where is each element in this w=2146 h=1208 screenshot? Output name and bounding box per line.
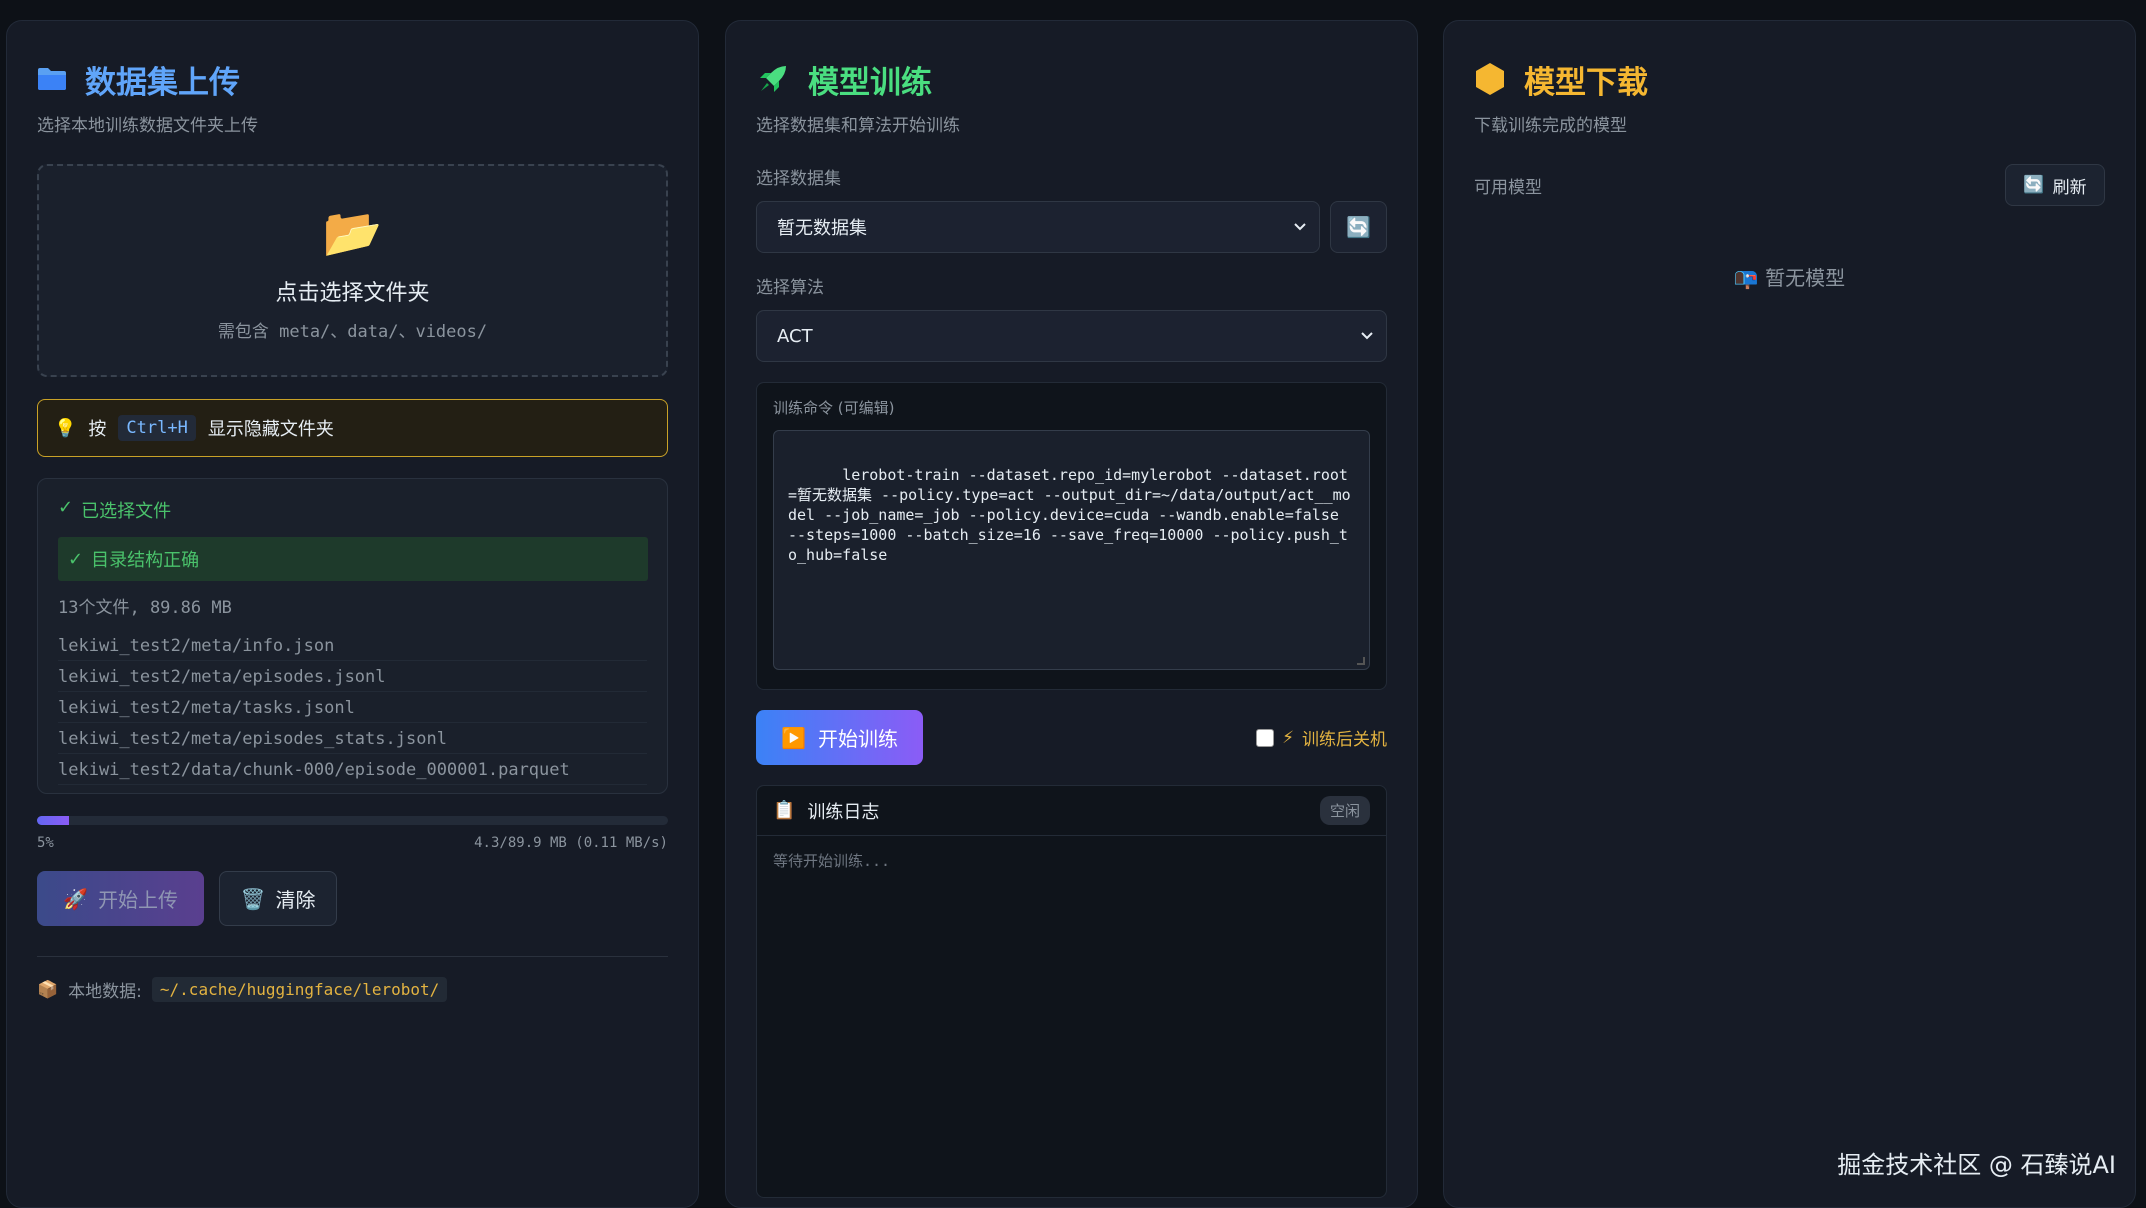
file-list[interactable]: lekiwi_test2/meta/info.json lekiwi_test2… [58,630,647,785]
tip-prefix: 按 [88,419,107,440]
upload-progress-fill [37,816,69,825]
watermark: 掘金技术社区 @ 石臻说AI [1837,1151,2116,1179]
refresh-models-button[interactable]: 🔄 刷新 [2005,164,2105,206]
start-train-button[interactable]: ▶️ 开始训练 [756,710,923,765]
selected-files-title: 已选择文件 [81,501,172,522]
chevron-down-icon [1294,223,1306,231]
shutdown-checkbox[interactable] [1256,728,1275,747]
file-item: lekiwi_test2/meta/episodes.jsonl [58,661,647,692]
lightbulb-icon: 💡 [54,417,77,439]
selected-files-box: ✓ 已选择文件 ✓ 目录结构正确 13个文件, 89.86 MB lekiwi_… [37,478,668,794]
local-data-label: 本地数据: [68,982,142,1002]
mailbox-icon: 📭 [1733,266,1759,290]
check-icon: ✓ [68,548,84,570]
algo-row: ACT [756,310,1387,362]
progress-percent: 5% [37,835,54,851]
train-title: 模型训练 [808,64,932,101]
models-header: 可用模型 🔄 刷新 [1474,164,2105,206]
train-actions: ▶️ 开始训练 ⚡ 训练后关机 [756,710,1387,765]
rocket-icon [760,66,786,92]
start-train-label: 开始训练 [817,727,898,751]
selected-files-header: ✓ 已选择文件 [58,497,647,523]
available-models-label: 可用模型 [1474,177,1542,198]
download-header: 模型下载 [1474,59,2105,101]
empty-models-text: 暂无模型 [1765,266,1846,290]
shutdown-label: 训练后关机 [1302,730,1387,750]
train-subtitle: 选择数据集和算法开始训练 [756,116,960,136]
algo-select[interactable]: ACT [756,310,1387,362]
package-icon: 📦 [37,979,59,1000]
file-item: lekiwi_test2/meta/tasks.jsonl [58,692,647,723]
open-folder-icon: 📂 [322,204,383,261]
train-log-content: 等待开始训练... [773,852,891,870]
command-label: 训练命令 (可编辑) [773,399,895,417]
progress-info: 5% 4.3/89.9 MB (0.11 MB/s) [37,835,668,851]
resize-handle[interactable] [1357,657,1365,665]
download-panel: 模型下载 下载训练完成的模型 可用模型 🔄 刷新 📭 暂无模型 [1443,20,2136,1208]
divider [37,956,668,957]
lightning-icon: ⚡ [1282,727,1294,748]
trash-icon: 🗑️ [240,886,266,911]
hexagon-icon [1476,63,1504,95]
upload-subtitle: 选择本地训练数据文件夹上传 [37,116,258,136]
command-box: 训练命令 (可编辑) lerobot-train --dataset.repo_… [756,382,1387,690]
download-subtitle: 下载训练完成的模型 [1474,116,1627,136]
hidden-folder-tip: 💡 按 Ctrl+H 显示隐藏文件夹 [37,399,668,457]
dropzone-hint: 需包含 meta/、data/、videos/ [217,321,488,342]
train-log-title-wrap: 📋 训练日志 [773,798,879,824]
file-stats: 13个文件, 89.86 MB [58,598,232,618]
algo-label: 选择算法 [756,278,824,298]
folder-icon [38,68,66,90]
clear-button[interactable]: 🗑️ 清除 [219,871,337,926]
upload-header: 数据集上传 [37,59,668,101]
dataset-label: 选择数据集 [756,169,841,189]
shortcut-key: Ctrl+H [118,415,196,441]
refresh-icon: 🔄 [1346,215,1372,239]
check-icon: ✓ [58,497,74,518]
status-badge: 空闲 [1319,796,1370,825]
upload-progress-bar [37,816,668,825]
folder-dropzone[interactable]: 📂 点击选择文件夹 需包含 meta/、data/、videos/ [37,164,668,377]
download-title: 模型下载 [1524,64,1648,101]
dataset-select-value: 暂无数据集 [777,218,867,239]
train-log-header: 📋 训练日志 空闲 [757,786,1386,836]
algo-select-value: ACT [777,325,813,347]
command-textarea[interactable]: lerobot-train --dataset.repo_id=mylerobo… [773,430,1370,670]
dataset-row: 暂无数据集 🔄 [756,201,1387,253]
structure-ok-text: 目录结构正确 [91,550,200,571]
start-upload-label: 开始上传 [97,888,178,912]
file-item: lekiwi_test2/data/chunk-000/episode_0000… [58,754,647,785]
file-item: lekiwi_test2/meta/info.json [58,630,647,661]
tip-suffix: 显示隐藏文件夹 [207,419,334,440]
play-icon: ▶️ [781,725,806,750]
local-data-info: 📦 本地数据: ~/.cache/huggingface/lerobot/ [37,977,668,1002]
clipboard-icon: 📋 [773,800,796,821]
shutdown-option[interactable]: ⚡ 训练后关机 [1256,725,1387,750]
upload-panel: 数据集上传 选择本地训练数据文件夹上传 📂 点击选择文件夹 需包含 meta/、… [6,20,699,1208]
refresh-label: 刷新 [2052,177,2087,198]
structure-ok-banner: ✓ 目录结构正确 [58,537,648,581]
train-log-box: 📋 训练日志 空闲 等待开始训练... [756,785,1387,1198]
rocket-icon: 🚀 [63,886,88,911]
chevron-down-icon [1361,332,1373,340]
train-panel: 模型训练 选择数据集和算法开始训练 选择数据集 暂无数据集 🔄 选择算法 ACT… [725,20,1418,1208]
dataset-refresh-button[interactable]: 🔄 [1330,201,1387,253]
dropzone-title: 点击选择文件夹 [275,280,430,306]
clear-label: 清除 [275,888,316,912]
local-data-path: ~/.cache/huggingface/lerobot/ [151,977,448,1002]
start-upload-button[interactable]: 🚀 开始上传 [37,871,204,926]
upload-title: 数据集上传 [85,64,240,101]
dataset-select[interactable]: 暂无数据集 [756,201,1321,253]
command-text: lerobot-train --dataset.repo_id=mylerobo… [788,466,1351,564]
upload-actions: 🚀 开始上传 🗑️ 清除 [37,871,668,926]
refresh-icon: 🔄 [2023,175,2045,195]
file-item: lekiwi_test2/meta/episodes_stats.jsonl [58,723,647,754]
progress-detail: 4.3/89.9 MB (0.11 MB/s) [474,835,668,851]
empty-models: 📭 暂无模型 [1474,262,2105,291]
train-header: 模型训练 [756,59,1387,101]
train-log-title: 训练日志 [807,801,880,823]
